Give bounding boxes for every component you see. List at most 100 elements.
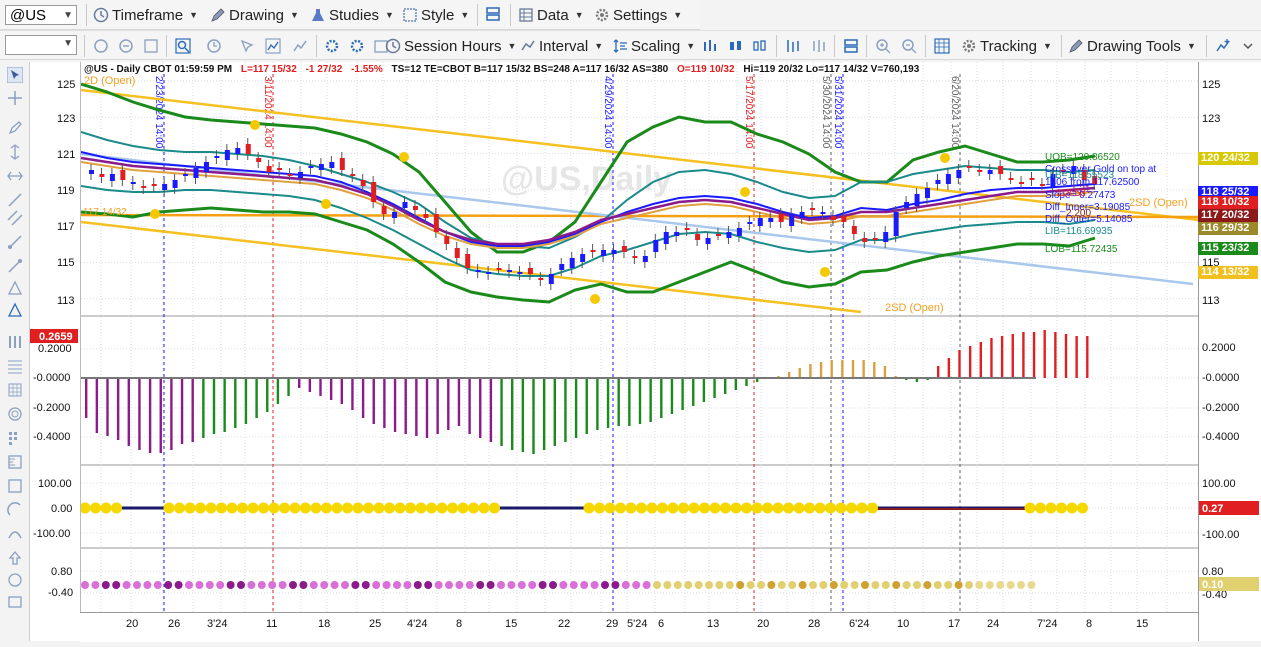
histogram-bar — [447, 378, 450, 430]
chevron-down-icon[interactable]: ▼ — [63, 38, 73, 49]
scaling-button[interactable]: Scaling ▼ — [612, 34, 695, 58]
ray-icon[interactable] — [7, 234, 23, 250]
cursor-icon[interactable] — [7, 67, 23, 83]
chevron-down-icon[interactable] — [1240, 38, 1256, 54]
candle-body — [193, 168, 199, 178]
hollow-candle-icon[interactable] — [752, 38, 768, 54]
oscillator-dot — [881, 581, 890, 589]
candle-body — [433, 214, 439, 232]
candle-body — [172, 180, 178, 188]
zoom-in-icon[interactable] — [875, 38, 891, 54]
template-select[interactable]: ▼ — [5, 35, 77, 55]
oscillator-dot — [91, 581, 100, 589]
cci-dot — [667, 502, 679, 514]
table-icon[interactable] — [934, 38, 950, 54]
vertical-line-icon[interactable] — [7, 144, 23, 160]
oscillator-dot — [819, 581, 828, 589]
histogram-bar — [383, 378, 386, 428]
candle-body — [601, 250, 607, 256]
hlc-icon[interactable] — [811, 38, 827, 54]
oscillator-dot — [653, 581, 661, 589]
fib-icon[interactable] — [7, 358, 23, 374]
ohlc-icon[interactable] — [785, 38, 801, 54]
crosshair-icon[interactable] — [7, 90, 23, 106]
candle-body — [778, 214, 784, 222]
drawing-button[interactable]: Drawing ▼ — [210, 3, 299, 27]
layout-icon[interactable] — [485, 6, 501, 22]
timeframe-button[interactable]: Timeframe ▼ — [93, 3, 198, 27]
studies-button[interactable]: Studies ▼ — [310, 3, 394, 27]
oscillator-dot — [164, 581, 173, 589]
gann-icon[interactable] — [7, 382, 23, 398]
oscillator-dot — [257, 581, 266, 589]
data-button[interactable]: Data ▼ — [518, 3, 584, 27]
analysis-icon[interactable] — [292, 38, 308, 54]
cci-dot — [310, 502, 322, 514]
osc3-tick: 0.80 — [1202, 566, 1223, 578]
cci-dot — [405, 502, 416, 514]
link-icon[interactable] — [118, 38, 134, 54]
trendline-icon[interactable] — [7, 192, 23, 208]
channel-icon[interactable] — [7, 210, 23, 226]
chart-area[interactable]: @US,Daily 2/23/2024 14:003/11/2024 14:00… — [79, 62, 1200, 618]
histogram-bar — [170, 378, 173, 450]
session-hours-button[interactable]: Session Hours ▼ — [385, 34, 516, 58]
settings-button[interactable]: Settings ▼ — [594, 3, 682, 27]
zoom-out-icon[interactable] — [901, 38, 917, 54]
signal-dot — [250, 120, 260, 130]
pointer-icon[interactable] — [239, 38, 255, 54]
arrow-up-icon[interactable] — [7, 550, 23, 566]
curve-icon[interactable] — [7, 526, 23, 542]
ellipse-icon[interactable] — [7, 406, 23, 422]
split-icon[interactable] — [843, 38, 859, 54]
timeframe-label: Timeframe — [112, 6, 184, 24]
chart-icon[interactable] — [265, 38, 281, 54]
bars-icon[interactable] — [7, 334, 23, 350]
measure-icon[interactable] — [7, 454, 23, 470]
tracking-button[interactable]: Tracking ▼ — [961, 34, 1052, 58]
style-button[interactable]: Style ▼ — [402, 3, 469, 27]
triangle-icon[interactable] — [7, 280, 23, 296]
bar-chart-icon[interactable] — [702, 38, 718, 54]
indicator-icon[interactable] — [349, 38, 365, 54]
oscillator-dot — [767, 581, 776, 589]
circle-icon[interactable] — [7, 572, 23, 588]
oscillator-dot — [393, 581, 401, 589]
cci-dot — [751, 502, 763, 514]
rectangle-icon[interactable] — [7, 594, 23, 610]
cci-dot — [825, 502, 836, 514]
price-badge: 120 24/32 — [1198, 152, 1258, 165]
pen-icon[interactable] — [7, 120, 23, 136]
candlestick-icon[interactable] — [728, 38, 744, 54]
symbol-input[interactable]: @US ▼ — [5, 5, 77, 25]
pattern-icon[interactable] — [7, 430, 23, 446]
histogram-bar — [361, 378, 365, 418]
grid-icon[interactable] — [143, 38, 159, 54]
pencil-icon — [211, 8, 225, 22]
add-chart-icon[interactable] — [1215, 38, 1231, 54]
oscillator-dot — [892, 581, 901, 589]
extended-line-icon[interactable] — [7, 258, 23, 274]
horizontal-line-icon[interactable] — [7, 168, 23, 184]
candle-body — [736, 228, 742, 236]
clock-icon[interactable] — [206, 38, 222, 54]
candle-body — [653, 240, 659, 252]
arc-icon[interactable] — [7, 502, 23, 518]
oscillator-dot — [289, 581, 297, 589]
refresh-icon[interactable] — [93, 38, 109, 54]
interval-button[interactable]: Interval ▼ — [520, 34, 603, 58]
chart-svg[interactable]: @US,Daily 2/23/2024 14:003/11/2024 14:00… — [79, 62, 1200, 618]
text-icon[interactable] — [7, 478, 23, 494]
drawing-tools-button[interactable]: Drawing Tools ▼ — [1068, 34, 1196, 58]
oscillator-dot — [996, 581, 1005, 589]
histogram-bar — [85, 378, 88, 418]
properties-icon[interactable] — [324, 38, 340, 54]
zoom-icon[interactable] — [175, 38, 191, 54]
triangle-outline-icon[interactable] — [7, 302, 23, 318]
histogram-bar — [649, 378, 652, 422]
oscillator-dot — [861, 581, 869, 589]
chevron-down-icon[interactable]: ▼ — [63, 6, 73, 26]
candle-body — [925, 188, 930, 198]
histogram-bar — [745, 378, 748, 386]
time-axis-label: 25 — [369, 618, 381, 630]
